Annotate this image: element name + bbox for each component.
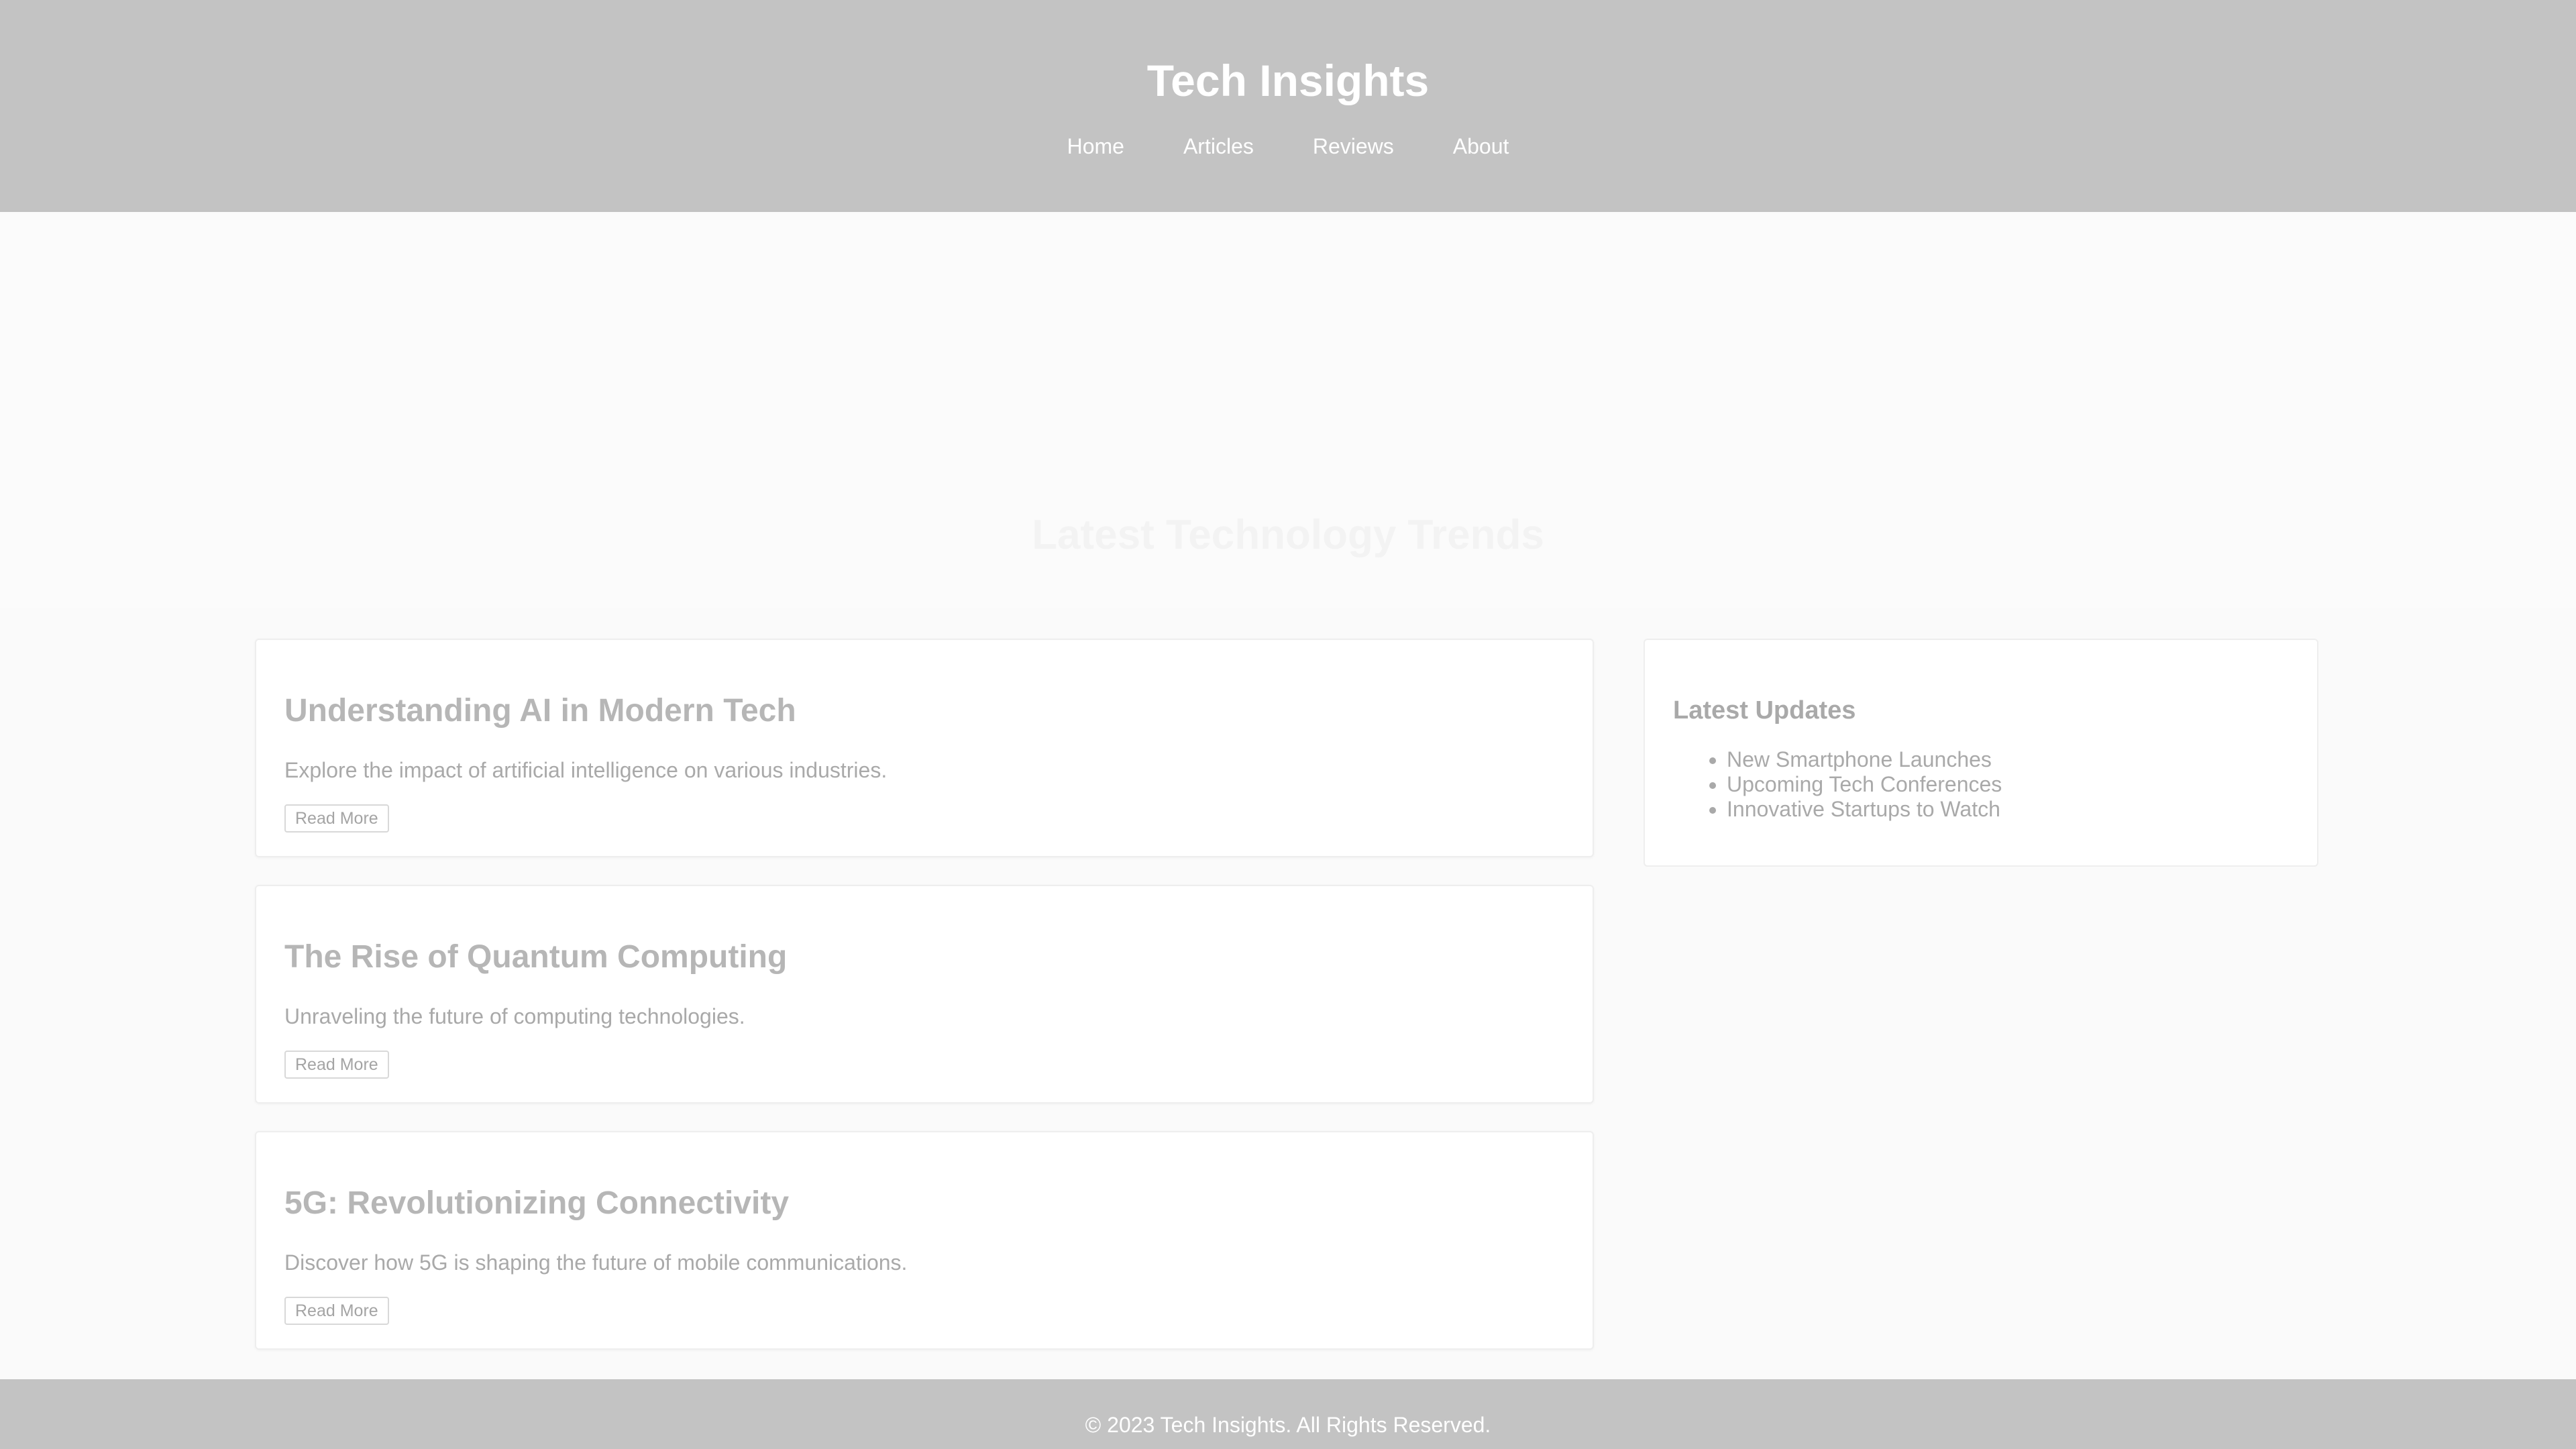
nav-home-link[interactable]: Home bbox=[1067, 131, 1124, 161]
article-card: The Rise of Quantum Computing Unraveling… bbox=[255, 885, 1594, 1104]
article-card: Understanding AI in Modern Tech Explore … bbox=[255, 639, 1594, 857]
article-description: Discover how 5G is shaping the future of… bbox=[284, 1250, 908, 1275]
site-title: Tech Insights bbox=[1146, 56, 1430, 105]
article-description: Explore the impact of artificial intelli… bbox=[284, 758, 888, 782]
article-title: The Rise of Quantum Computing bbox=[284, 939, 788, 975]
article-card: 5G: Revolutionizing Connectivity Discove… bbox=[255, 1131, 1594, 1350]
hero-banner: Latest Technology Trends bbox=[0, 212, 2576, 608]
nav-articles-link[interactable]: Articles bbox=[1183, 131, 1254, 161]
read-more-button[interactable]: Read More bbox=[284, 1051, 389, 1079]
site-header: Tech Insights Home Articles Reviews Abou… bbox=[0, 0, 2576, 212]
sidebar-title: Latest Updates bbox=[1673, 696, 1856, 724]
updates-list: New Smartphone Launches Upcoming Tech Co… bbox=[1673, 747, 2002, 822]
main-nav: Home Articles Reviews About bbox=[0, 131, 2576, 161]
article-title: 5G: Revolutionizing Connectivity bbox=[284, 1185, 790, 1221]
read-more-button[interactable]: Read More bbox=[284, 804, 389, 833]
site-footer: © 2023 Tech Insights. All Rights Reserve… bbox=[0, 1379, 2576, 1449]
update-item[interactable]: New Smartphone Launches bbox=[1727, 747, 2002, 772]
latest-updates-sidebar: Latest Updates New Smartphone Launches U… bbox=[1644, 639, 2318, 867]
update-item[interactable]: Innovative Startups to Watch bbox=[1727, 797, 2002, 822]
update-item[interactable]: Upcoming Tech Conferences bbox=[1727, 772, 2002, 797]
hero-title: Latest Technology Trends bbox=[1032, 512, 1544, 558]
footer-copyright: © 2023 Tech Insights. All Rights Reserve… bbox=[1085, 1413, 1491, 1437]
nav-reviews-link[interactable]: Reviews bbox=[1313, 131, 1394, 161]
nav-about-link[interactable]: About bbox=[1453, 131, 1509, 161]
article-title: Understanding AI in Modern Tech bbox=[284, 693, 796, 729]
read-more-button[interactable]: Read More bbox=[284, 1297, 389, 1325]
article-description: Unraveling the future of computing techn… bbox=[284, 1004, 745, 1028]
